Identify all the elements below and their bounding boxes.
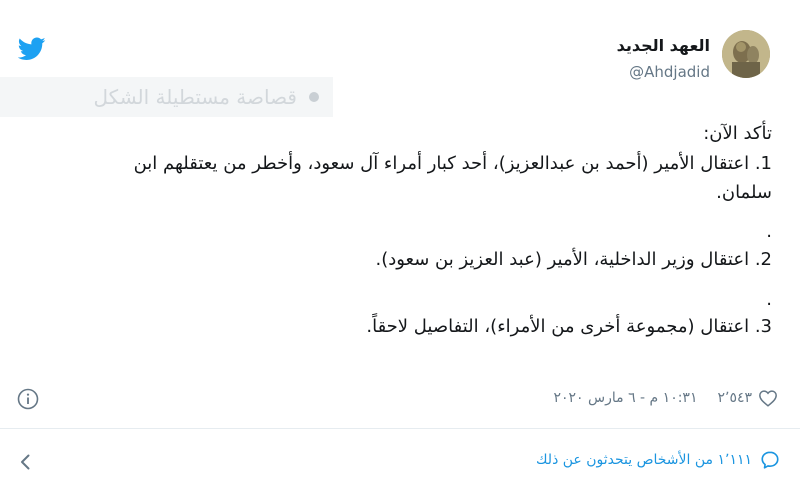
- tweet-card: العهد الجديد @Ahdjadid قصاصة مستطيلة الش…: [0, 0, 800, 500]
- twitter-bird-icon[interactable]: [18, 37, 46, 61]
- tweet-separator: .: [766, 289, 772, 310]
- chevron-left-icon[interactable]: [16, 452, 36, 472]
- divider: [0, 428, 800, 429]
- info-icon[interactable]: [17, 388, 39, 410]
- snip-overlay-label: قصاصة مستطيلة الشكل: [93, 85, 297, 109]
- heart-icon[interactable]: [758, 389, 778, 407]
- tweet-item-2: 2. اعتقال وزير الداخلية، الأمير (عبد الع…: [375, 249, 772, 270]
- snip-overlay: قصاصة مستطيلة الشكل: [0, 77, 333, 117]
- snip-dot-icon: [309, 92, 319, 102]
- tweet-text: تأكد الآن: 1. اعتقال الأمير (أحمد بن عبد…: [22, 121, 772, 340]
- tweet-item-1-cont: سلمان.: [716, 182, 772, 203]
- tweet-meta: ٢٬٥٤٣ ١٠:٣١ م - ٦ مارس ٢٠٢٠: [553, 386, 778, 410]
- tweet-timestamp[interactable]: ١٠:٣١ م - ٦ مارس ٢٠٢٠: [553, 390, 697, 406]
- tweet-separator: .: [766, 221, 772, 242]
- tweet-intro: تأكد الآن:: [703, 123, 772, 144]
- conversation-count-label: ١٬١١١ من الأشخاص يتحدثون عن ذلك: [536, 452, 752, 468]
- tweet-item-3: 3. اعتقال (مجموعة أخرى من الأمراء)، التف…: [366, 316, 772, 337]
- avatar[interactable]: [722, 30, 770, 78]
- speech-bubble-icon: [761, 451, 779, 469]
- conversation-link[interactable]: ١٬١١١ من الأشخاص يتحدثون عن ذلك: [536, 450, 780, 470]
- user-handle[interactable]: @Ahdjadid: [629, 63, 710, 81]
- tweet-item-1: 1. اعتقال الأمير (أحمد بن عبدالعزيز)، أح…: [133, 153, 772, 174]
- display-name[interactable]: العهد الجديد: [617, 36, 710, 55]
- like-count[interactable]: ٢٬٥٤٣: [717, 390, 752, 406]
